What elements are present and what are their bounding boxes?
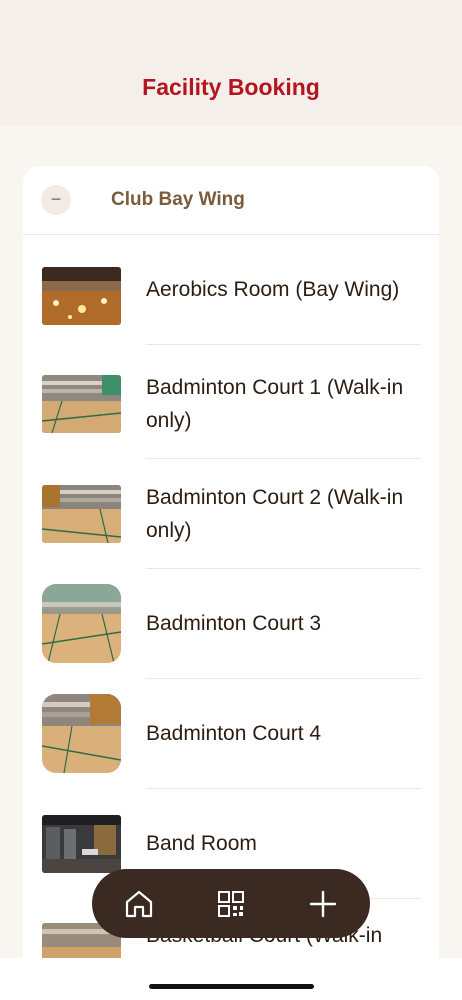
facility-list-card: − Club Bay Wing Aerobics Room (Bay Wing) xyxy=(23,166,439,966)
home-indicator xyxy=(149,984,314,989)
facility-name: Band Room xyxy=(146,832,257,855)
facility-name: Badminton Court 4 xyxy=(146,722,322,745)
qr-code-icon[interactable] xyxy=(213,886,249,922)
home-icon[interactable] xyxy=(121,886,157,922)
list-item[interactable]: Aerobics Room (Bay Wing) xyxy=(23,235,439,345)
list-item[interactable]: Badminton Court 1 (Walk-in only) xyxy=(23,349,439,459)
plus-icon[interactable] xyxy=(305,886,341,922)
list-item[interactable]: Badminton Court 4 xyxy=(23,679,439,789)
facility-thumbnail xyxy=(42,584,121,663)
list-item[interactable]: Badminton Court 2 (Walk-in only) xyxy=(23,459,439,569)
facility-name: Badminton Court 2 (Walk-in only) xyxy=(146,486,404,542)
page-title: Facility Booking xyxy=(142,74,320,100)
facility-thumbnail xyxy=(42,694,121,773)
bottom-safe-area xyxy=(0,958,462,1000)
facility-name: Aerobics Room (Bay Wing) xyxy=(146,278,400,301)
header: Facility Booking xyxy=(0,0,462,126)
facility-thumbnail xyxy=(42,267,121,325)
facility-name: Badminton Court 1 (Walk-in only) xyxy=(146,376,404,432)
facility-thumbnail xyxy=(42,815,121,873)
facility-thumbnail xyxy=(42,375,121,433)
bottom-tab-bar xyxy=(92,869,370,938)
list-item[interactable]: Badminton Court 3 xyxy=(23,569,439,679)
section-title: Club Bay Wing xyxy=(111,189,245,210)
facility-name: Badminton Court 3 xyxy=(146,612,322,635)
section-header[interactable]: − Club Bay Wing xyxy=(23,166,439,235)
collapse-button[interactable]: − xyxy=(41,185,71,215)
facility-thumbnail xyxy=(42,485,121,543)
divider xyxy=(146,344,421,345)
